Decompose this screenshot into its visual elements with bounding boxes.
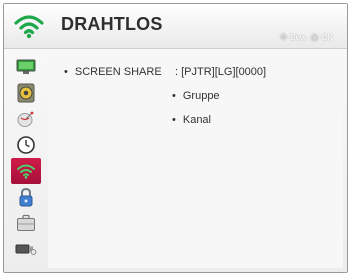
hint-ok-label: OK (321, 33, 333, 42)
settings-sidebar (11, 54, 41, 268)
lock-icon (19, 187, 33, 207)
sidebar-item-lock[interactable] (11, 184, 41, 210)
settings-content: • SCREEN SHARE : [PJTR][LG][0000] • Gruppe… (48, 50, 343, 268)
group-item[interactable]: • Gruppe (172, 90, 220, 102)
bullet-icon: • (172, 90, 176, 102)
screen-share-label: SCREEN SHARE (74, 66, 162, 78)
move-arrows-icon: ✥ (279, 32, 288, 42)
sidebar-item-options[interactable] (11, 210, 41, 236)
screen-share-value: : [PJTR][LG][0000] (175, 66, 267, 78)
ok-button-icon: ◉ (310, 32, 319, 42)
satellite-dish-icon (17, 111, 34, 127)
sidebar-item-audio[interactable] (11, 80, 41, 106)
sidebar-item-time[interactable] (11, 132, 41, 158)
settings-window: DRAHTLOS ✥ Bew. ◉ OK • SCREEN SHARE: [P… (3, 3, 348, 273)
wireless-icon (17, 164, 35, 179)
speaker-icon (17, 83, 35, 103)
bullet-icon: • (172, 114, 176, 126)
hint-move-label: Bew. (290, 33, 308, 42)
monitor-icon (16, 59, 36, 74)
channel-item[interactable]: • Kanal (172, 114, 211, 126)
sidebar-item-usb[interactable] (11, 236, 41, 262)
wireless-header-icon (14, 15, 44, 39)
sidebar-item-channels[interactable] (11, 106, 41, 132)
usb-device-icon (15, 244, 37, 255)
screen-share-item[interactable]: • SCREEN SHARE (64, 66, 162, 78)
clock-icon (17, 136, 35, 154)
page-title: DRAHTLOS (61, 14, 163, 34)
sidebar-item-wireless[interactable] (11, 158, 41, 184)
channel-label: Kanal (182, 114, 211, 126)
briefcase-icon (17, 214, 35, 231)
sidebar-item-picture[interactable] (11, 54, 41, 80)
bullet-icon: • (64, 66, 68, 78)
remote-hint: ✥ Bew. ◉ OK (280, 32, 333, 43)
group-label: Gruppe (182, 90, 220, 102)
header-bar: DRAHTLOS ✥ Bew. ◉ OK (4, 4, 347, 49)
